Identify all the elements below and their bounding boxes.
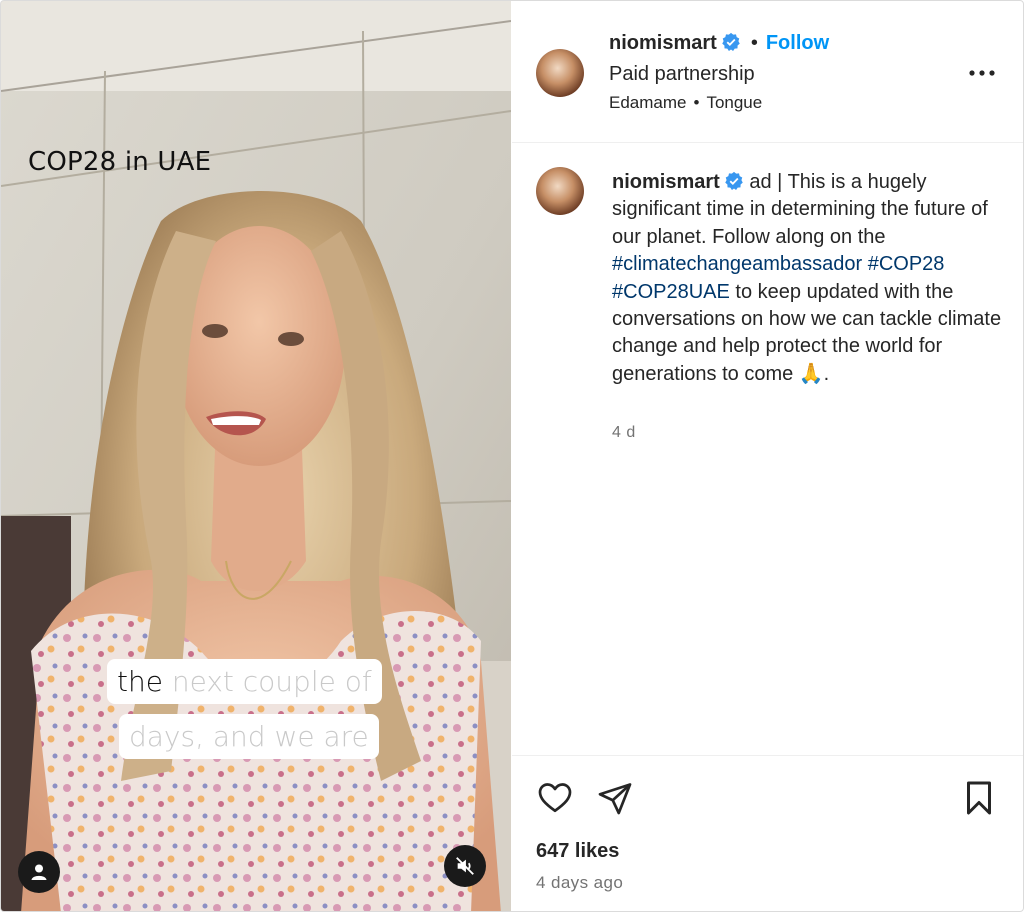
video-overlay-title: COP28 in UAE: [28, 147, 212, 177]
caption-timestamp[interactable]: 4 d: [612, 424, 636, 442]
hashtag-link[interactable]: #COP28: [868, 253, 945, 275]
speaker-muted-icon: [456, 857, 474, 875]
tagged-users-button[interactable]: [18, 851, 60, 893]
bookmark-icon[interactable]: [962, 780, 996, 816]
hashtag-link[interactable]: #COP28UAE: [612, 281, 730, 303]
post-details-panel: niomismart • Follow Paid partnership Edama…: [512, 1, 1023, 911]
separator-dot: •: [750, 32, 758, 54]
author-avatar[interactable]: [536, 49, 584, 97]
video-frame: [1, 1, 511, 911]
caption-section: niomismart ad | This is a hugely signifi…: [512, 143, 1023, 755]
subtitle-spoken-text: the: [117, 665, 163, 698]
paid-partnership-label[interactable]: Paid partnership: [609, 63, 755, 86]
separator-dot: •: [693, 93, 700, 112]
author-username[interactable]: niomismart: [609, 32, 717, 54]
verified-badge-icon: [725, 171, 743, 190]
hashtag-link[interactable]: #climatechangeambassador: [612, 253, 862, 275]
caption-text: niomismart ad | This is a hugely signifi…: [612, 169, 1002, 388]
audio-artist-link[interactable]: Edamame: [609, 93, 686, 112]
video-subtitle-line-1: the next couple of: [107, 659, 382, 704]
unmute-button[interactable]: [444, 845, 486, 887]
send-icon[interactable]: [596, 780, 634, 816]
heart-icon[interactable]: [536, 780, 574, 816]
caption-username[interactable]: niomismart: [612, 171, 720, 193]
user-icon: [31, 864, 47, 880]
audio-attribution: Edamame • Tongue: [609, 93, 762, 113]
verified-badge-icon: [722, 32, 740, 51]
header-author-line: niomismart • Follow: [609, 32, 829, 55]
subtitle-upcoming-text: next couple of: [162, 665, 372, 698]
likes-count[interactable]: 647 likes: [536, 840, 619, 863]
post-header: niomismart • Follow Paid partnership Edama…: [512, 1, 1023, 143]
post-video[interactable]: COP28 in UAE the next couple of days, an…: [1, 1, 511, 911]
subtitle-upcoming-text: days, and we are: [129, 720, 369, 753]
caption-author-avatar[interactable]: [536, 167, 584, 215]
follow-button[interactable]: Follow: [766, 32, 829, 54]
video-subtitle-line-2: days, and we are: [119, 714, 379, 759]
more-options-icon[interactable]: [967, 63, 997, 83]
audio-track-link[interactable]: Tongue: [706, 93, 762, 112]
instagram-post: COP28 in UAE the next couple of days, an…: [0, 0, 1024, 912]
post-date[interactable]: 4 days ago: [536, 873, 623, 893]
action-bar: 647 likes 4 days ago: [512, 755, 1023, 911]
